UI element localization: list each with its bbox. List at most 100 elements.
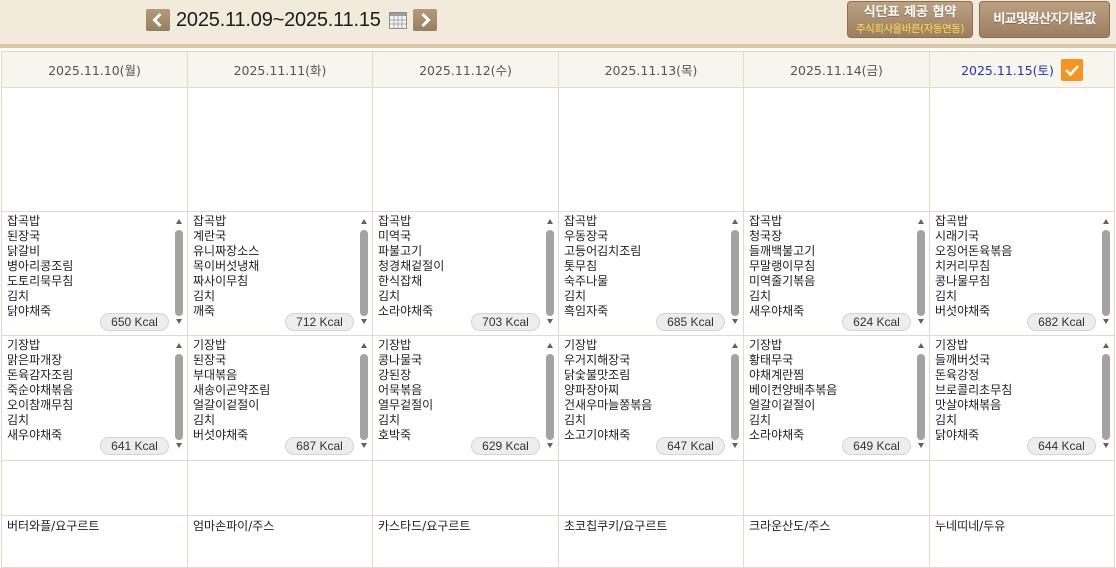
- dinner-menu-cell[interactable]: 기장밥 들깨버섯국 돈육강정 브로콜리초무침 맛살야채볶음 김치 닭야채죽 64…: [930, 336, 1115, 461]
- prev-week-button[interactable]: [146, 9, 170, 31]
- snack-cell[interactable]: 버터와플/요구르트: [2, 516, 188, 568]
- menu-item: 짜사이무침: [193, 274, 249, 288]
- next-week-button[interactable]: [413, 9, 437, 31]
- menu-text[interactable]: 잡곡밥 된장국 닭갈비 병아리콩조림 도토리묵무침 김치 닭야채죽: [7, 214, 73, 319]
- lunch-menu-cell[interactable]: 잡곡밥 청국장 들깨백불고기 무말랭이무침 미역줄기볶음 김치 새우야채죽 62…: [744, 212, 930, 336]
- scroll-down-arrow-icon[interactable]: [176, 443, 182, 448]
- scroll-down-arrow-icon[interactable]: [547, 443, 553, 448]
- empty-meal-cell[interactable]: [559, 461, 744, 516]
- scrollbar-thumb[interactable]: [175, 230, 183, 316]
- scroll-up-arrow-icon[interactable]: [361, 343, 367, 348]
- scroll-down-arrow-icon[interactable]: [1103, 319, 1109, 324]
- empty-meal-cell[interactable]: [188, 461, 373, 516]
- menu-item: 잡곡밥: [7, 214, 41, 228]
- menu-text[interactable]: 잡곡밥 미역국 파불고기 청경채겉절이 한식잡채 김치 소라야채죽: [378, 214, 444, 319]
- scroll-down-arrow-icon[interactable]: [361, 319, 367, 324]
- scroll-down-arrow-icon[interactable]: [361, 443, 367, 448]
- scrollbar-thumb[interactable]: [546, 354, 554, 440]
- empty-meal-cell[interactable]: [930, 88, 1115, 212]
- dinner-menu-cell[interactable]: 기장밥 맑은파개장 돈육감자조림 죽순야채볶음 오이참깨무침 김치 새우야채죽 …: [2, 336, 188, 461]
- scroll-up-arrow-icon[interactable]: [918, 219, 924, 224]
- snack-cell[interactable]: 크라운산도/주스: [744, 516, 930, 568]
- snack-cell[interactable]: 누네띠네/두유: [930, 516, 1115, 568]
- scroll-down-arrow-icon[interactable]: [918, 319, 924, 324]
- scrollbar[interactable]: [916, 338, 926, 457]
- menu-text[interactable]: 기장밥 콩나물국 강된장 어묵볶음 열무겉절이 김치 호박죽: [378, 338, 433, 443]
- lunch-menu-cell[interactable]: 잡곡밥 시래기국 오징어돈육볶음 치커리무침 콩나물무침 김치 버섯야채죽 68…: [930, 212, 1115, 336]
- scrollbar-thumb[interactable]: [175, 354, 183, 440]
- scroll-up-arrow-icon[interactable]: [1103, 343, 1109, 348]
- scroll-up-arrow-icon[interactable]: [732, 219, 738, 224]
- scroll-up-arrow-icon[interactable]: [732, 343, 738, 348]
- empty-meal-cell[interactable]: [744, 461, 930, 516]
- scrollbar-thumb[interactable]: [360, 230, 368, 316]
- menu-item: 흑임자죽: [564, 304, 609, 318]
- lunch-menu-cell[interactable]: 잡곡밥 된장국 닭갈비 병아리콩조림 도토리묵무침 김치 닭야채죽 650 Kc…: [2, 212, 188, 336]
- empty-meal-cell[interactable]: [373, 88, 559, 212]
- scrollbar-thumb[interactable]: [360, 354, 368, 440]
- empty-meal-cell[interactable]: [930, 461, 1115, 516]
- scrollbar[interactable]: [545, 214, 555, 333]
- dinner-menu-cell[interactable]: 기장밥 황태무국 야채계란찜 베이컨양배추볶음 얼갈이겉절이 김치 소라야채죽 …: [744, 336, 930, 461]
- compare-origin-defaults-button[interactable]: 비교및원산지기본값: [979, 1, 1110, 38]
- scroll-up-arrow-icon[interactable]: [361, 219, 367, 224]
- scrollbar[interactable]: [730, 214, 740, 333]
- empty-meal-cell[interactable]: [2, 461, 188, 516]
- scroll-up-arrow-icon[interactable]: [176, 343, 182, 348]
- snack-cell[interactable]: 초코칩쿠키/요구르트: [559, 516, 744, 568]
- scrollbar-thumb[interactable]: [917, 354, 925, 440]
- lunch-menu-cell[interactable]: 잡곡밥 우동장국 고등어김치조림 톳무침 숙주나물 김치 흑임자죽 685 Kc…: [559, 212, 744, 336]
- scrollbar-thumb[interactable]: [731, 354, 739, 440]
- empty-meal-cell[interactable]: [188, 88, 373, 212]
- scroll-down-arrow-icon[interactable]: [918, 443, 924, 448]
- scroll-up-arrow-icon[interactable]: [547, 219, 553, 224]
- scroll-up-arrow-icon[interactable]: [547, 343, 553, 348]
- scroll-down-arrow-icon[interactable]: [547, 319, 553, 324]
- menu-text[interactable]: 기장밥 우거지해장국 닭숯불맛조림 양파장아찌 건새우마늘쫑볶음 김치 소고기야…: [564, 338, 652, 443]
- scrollbar[interactable]: [174, 338, 184, 457]
- scroll-down-arrow-icon[interactable]: [732, 319, 738, 324]
- kcal-badge: 712 Kcal: [285, 313, 354, 331]
- dinner-menu-cell[interactable]: 기장밥 된장국 부대볶음 새송이곤약조림 얼갈이겉절이 김치 버섯야채죽 687…: [188, 336, 373, 461]
- empty-meal-cell[interactable]: [559, 88, 744, 212]
- menu-text[interactable]: 잡곡밥 우동장국 고등어김치조림 톳무침 숙주나물 김치 흑임자죽: [564, 214, 641, 319]
- lunch-menu-cell[interactable]: 잡곡밥 미역국 파불고기 청경채겉절이 한식잡채 김치 소라야채죽 703 Kc…: [373, 212, 559, 336]
- scroll-up-arrow-icon[interactable]: [918, 343, 924, 348]
- scrollbar[interactable]: [730, 338, 740, 457]
- scroll-down-arrow-icon[interactable]: [176, 319, 182, 324]
- lunch-menu-cell[interactable]: 잡곡밥 계란국 유니짜장소스 목이버섯냉채 짜사이무침 김치 깨죽 712 Kc…: [188, 212, 373, 336]
- menu-text[interactable]: 기장밥 들깨버섯국 돈육강정 브로콜리초무침 맛살야채볶음 김치 닭야채죽: [935, 338, 1012, 443]
- scrollbar-thumb[interactable]: [917, 230, 925, 316]
- dinner-menu-cell[interactable]: 기장밥 콩나물국 강된장 어묵볶음 열무겉절이 김치 호박죽 629 Kcal: [373, 336, 559, 461]
- menu-text[interactable]: 기장밥 된장국 부대볶음 새송이곤약조림 얼갈이겉절이 김치 버섯야채죽: [193, 338, 270, 443]
- empty-meal-cell[interactable]: [373, 461, 559, 516]
- scrollbar[interactable]: [1101, 214, 1111, 333]
- scroll-up-arrow-icon[interactable]: [176, 219, 182, 224]
- scroll-down-arrow-icon[interactable]: [1103, 443, 1109, 448]
- scrollbar[interactable]: [545, 338, 555, 457]
- calendar-icon[interactable]: [389, 12, 407, 29]
- scrollbar[interactable]: [359, 214, 369, 333]
- scrollbar[interactable]: [359, 338, 369, 457]
- menu-text[interactable]: 잡곡밥 시래기국 오징어돈육볶음 치커리무침 콩나물무침 김치 버섯야채죽: [935, 214, 1012, 319]
- scrollbar-thumb[interactable]: [731, 230, 739, 316]
- menu-text[interactable]: 잡곡밥 계란국 유니짜장소스 목이버섯냉채 짜사이무침 김치 깨죽: [193, 214, 259, 319]
- menu-text[interactable]: 기장밥 맑은파개장 돈육감자조림 죽순야채볶음 오이참깨무침 김치 새우야채죽: [7, 338, 73, 443]
- scroll-down-arrow-icon[interactable]: [732, 443, 738, 448]
- scrollbar[interactable]: [916, 214, 926, 333]
- empty-meal-cell[interactable]: [2, 88, 188, 212]
- scrollbar-thumb[interactable]: [1102, 230, 1110, 316]
- menu-text[interactable]: 잡곡밥 청국장 들깨백불고기 무말랭이무침 미역줄기볶음 김치 새우야채죽: [749, 214, 815, 319]
- menu-text[interactable]: 기장밥 황태무국 야채계란찜 베이컨양배추볶음 얼갈이겉절이 김치 소라야채죽: [749, 338, 837, 443]
- empty-meal-cell[interactable]: [744, 88, 930, 212]
- meal-plan-agreement-button[interactable]: 식단표 제공 협약 주식회사올바른(자동연동): [847, 1, 973, 38]
- snack-cell[interactable]: 엄마손파이/주스: [188, 516, 373, 568]
- scrollbar[interactable]: [1101, 338, 1111, 457]
- scrollbar-thumb[interactable]: [1102, 354, 1110, 440]
- day-checkbox[interactable]: [1060, 58, 1083, 81]
- dinner-menu-cell[interactable]: 기장밥 우거지해장국 닭숯불맛조림 양파장아찌 건새우마늘쫑볶음 김치 소고기야…: [559, 336, 744, 461]
- scrollbar-thumb[interactable]: [546, 230, 554, 316]
- snack-cell[interactable]: 카스타드/요구르트: [373, 516, 559, 568]
- scrollbar[interactable]: [174, 214, 184, 333]
- scroll-up-arrow-icon[interactable]: [1103, 219, 1109, 224]
